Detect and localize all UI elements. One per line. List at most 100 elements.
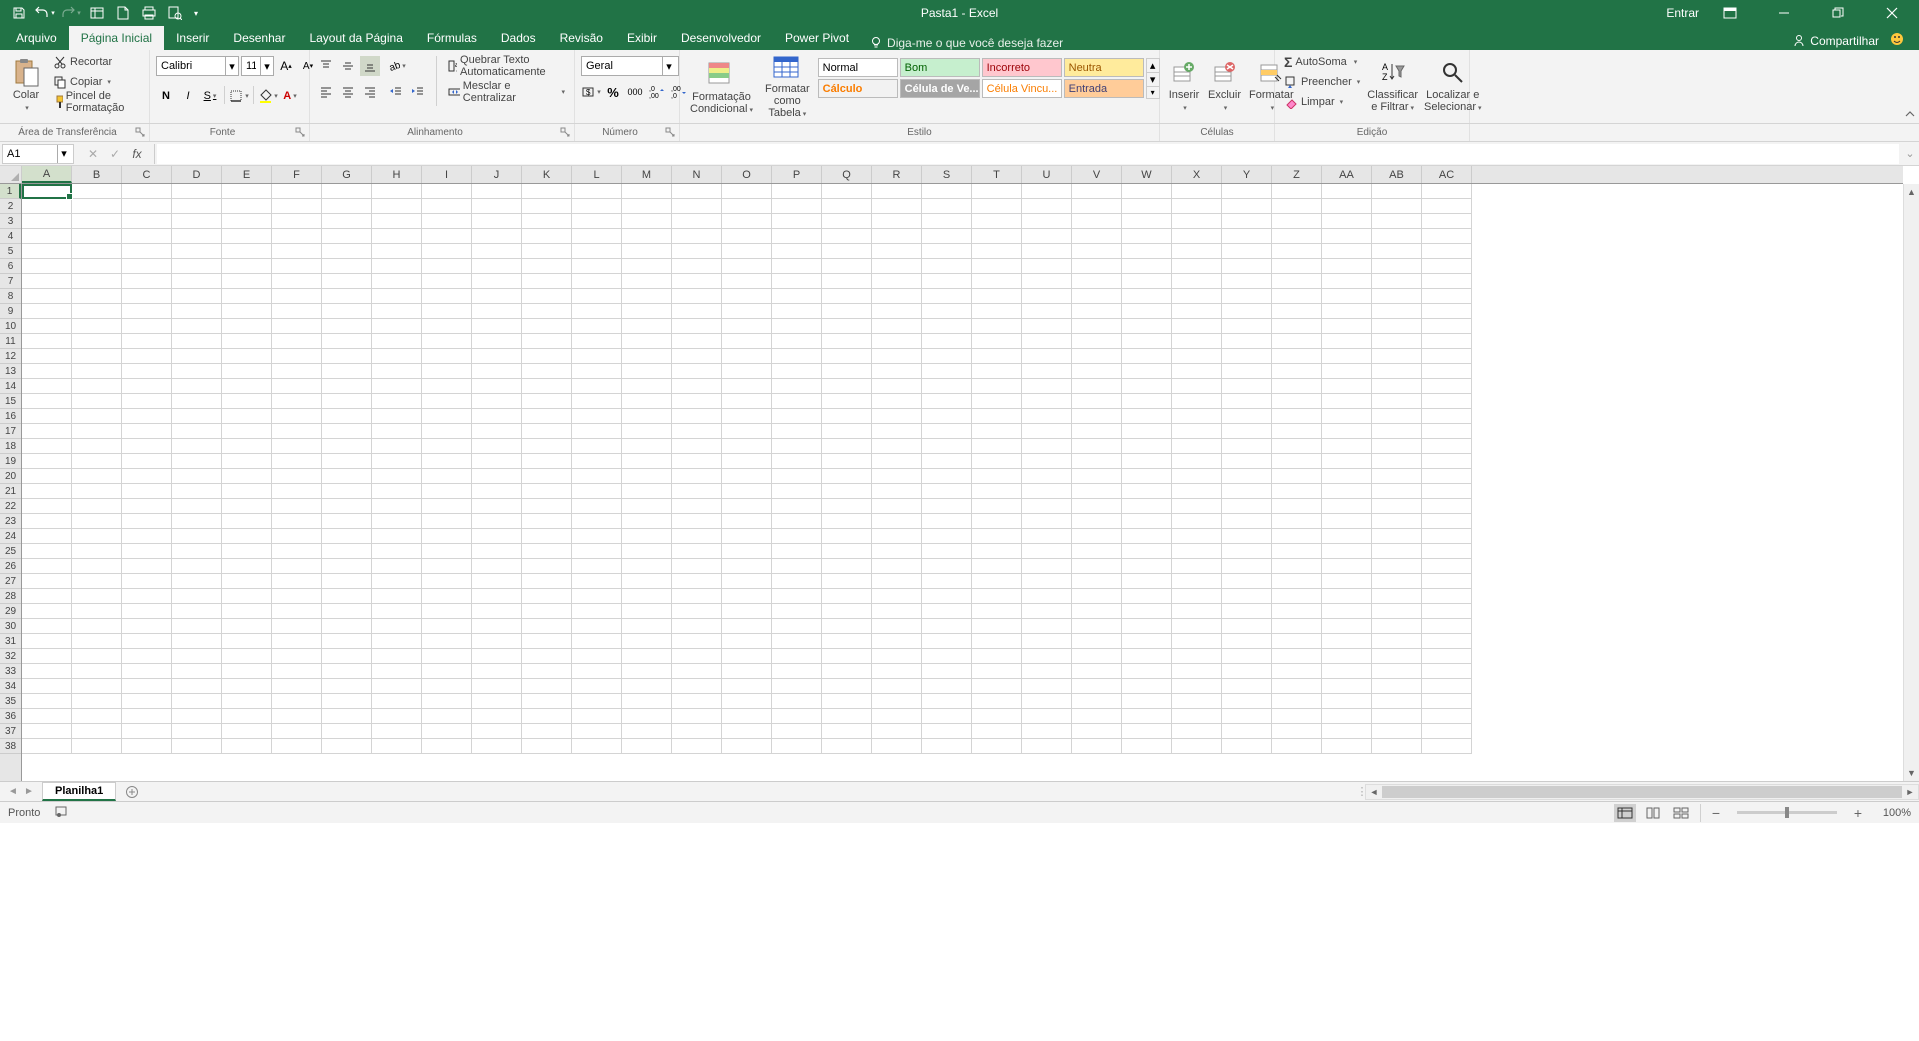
column-header[interactable]: O: [722, 166, 772, 183]
cell[interactable]: [1322, 574, 1372, 589]
cell[interactable]: [772, 709, 822, 724]
page-break-view-icon[interactable]: [1670, 804, 1692, 822]
cell[interactable]: [422, 244, 472, 259]
cell[interactable]: [572, 304, 622, 319]
cell[interactable]: [822, 424, 872, 439]
cell[interactable]: [522, 649, 572, 664]
cell[interactable]: [1122, 184, 1172, 199]
name-box-arrow-icon[interactable]: ▾: [57, 145, 70, 163]
cell[interactable]: [522, 214, 572, 229]
cell[interactable]: [272, 724, 322, 739]
cell[interactable]: [172, 694, 222, 709]
cell[interactable]: [1322, 229, 1372, 244]
cell[interactable]: [772, 334, 822, 349]
cell[interactable]: [872, 619, 922, 634]
cell[interactable]: [322, 604, 372, 619]
cell[interactable]: [522, 469, 572, 484]
cell[interactable]: [822, 409, 872, 424]
cell[interactable]: [372, 649, 422, 664]
cell[interactable]: [1422, 244, 1472, 259]
cell[interactable]: [222, 619, 272, 634]
cell[interactable]: [122, 184, 172, 199]
cell[interactable]: [472, 304, 522, 319]
cell[interactable]: [272, 649, 322, 664]
cell[interactable]: [672, 199, 722, 214]
cell[interactable]: [22, 394, 72, 409]
cell[interactable]: [372, 229, 422, 244]
conditional-formatting-button[interactable]: Formatação Condicional▾: [686, 54, 757, 120]
decrease-indent-icon[interactable]: [386, 82, 406, 102]
cell[interactable]: [222, 469, 272, 484]
cell[interactable]: [522, 274, 572, 289]
cell[interactable]: [572, 394, 622, 409]
cell[interactable]: [472, 694, 522, 709]
cell[interactable]: [1372, 334, 1422, 349]
cell[interactable]: [622, 664, 672, 679]
cell[interactable]: [672, 229, 722, 244]
cell[interactable]: [1372, 454, 1422, 469]
cell[interactable]: [522, 619, 572, 634]
cell[interactable]: [772, 349, 822, 364]
cell[interactable]: [222, 544, 272, 559]
column-header[interactable]: L: [572, 166, 622, 183]
cell[interactable]: [72, 499, 122, 514]
cell[interactable]: [272, 574, 322, 589]
cell[interactable]: [772, 529, 822, 544]
cell[interactable]: [172, 604, 222, 619]
cell[interactable]: [822, 574, 872, 589]
cell[interactable]: [1322, 319, 1372, 334]
cell[interactable]: [1022, 229, 1072, 244]
cell[interactable]: [222, 559, 272, 574]
font-color-button[interactable]: A▾: [280, 86, 300, 106]
cell[interactable]: [1422, 709, 1472, 724]
tab-home[interactable]: Página Inicial: [69, 26, 164, 50]
macro-record-icon[interactable]: [54, 804, 68, 821]
cell[interactable]: [1422, 559, 1472, 574]
cell[interactable]: [372, 289, 422, 304]
cell[interactable]: [1072, 739, 1122, 754]
cell[interactable]: [1322, 469, 1372, 484]
cell[interactable]: [922, 499, 972, 514]
cell[interactable]: [872, 529, 922, 544]
cell[interactable]: [772, 469, 822, 484]
tab-layout[interactable]: Layout da Página: [297, 26, 414, 50]
cell[interactable]: [922, 349, 972, 364]
clear-button[interactable]: Limpar▾: [1281, 92, 1363, 112]
column-header[interactable]: AA: [1322, 166, 1372, 183]
cell[interactable]: [922, 634, 972, 649]
cell[interactable]: [972, 364, 1022, 379]
cell[interactable]: [1372, 394, 1422, 409]
cell[interactable]: [222, 319, 272, 334]
cell[interactable]: [572, 544, 622, 559]
cell[interactable]: [1072, 379, 1122, 394]
cell[interactable]: [322, 724, 372, 739]
cell[interactable]: [72, 274, 122, 289]
cell[interactable]: [1272, 349, 1322, 364]
cell[interactable]: [1422, 439, 1472, 454]
cell[interactable]: [622, 469, 672, 484]
cell[interactable]: [1422, 739, 1472, 754]
cell[interactable]: [522, 694, 572, 709]
cell[interactable]: [722, 364, 772, 379]
cell[interactable]: [72, 394, 122, 409]
cell[interactable]: [172, 424, 222, 439]
cell[interactable]: [172, 559, 222, 574]
cell[interactable]: [522, 244, 572, 259]
cell[interactable]: [422, 409, 472, 424]
cell[interactable]: [22, 724, 72, 739]
cell[interactable]: [1022, 214, 1072, 229]
find-select-button[interactable]: Localizar e Selecionar▾: [1422, 52, 1483, 118]
cell[interactable]: [1222, 499, 1272, 514]
cell[interactable]: [472, 184, 522, 199]
cell[interactable]: [672, 499, 722, 514]
cell[interactable]: [172, 214, 222, 229]
cell[interactable]: [1072, 574, 1122, 589]
cell[interactable]: [222, 454, 272, 469]
column-header[interactable]: W: [1122, 166, 1172, 183]
cell[interactable]: [72, 649, 122, 664]
cell[interactable]: [472, 469, 522, 484]
cell[interactable]: [1072, 439, 1122, 454]
cell[interactable]: [1372, 664, 1422, 679]
cell[interactable]: [822, 289, 872, 304]
cell[interactable]: [1372, 424, 1422, 439]
